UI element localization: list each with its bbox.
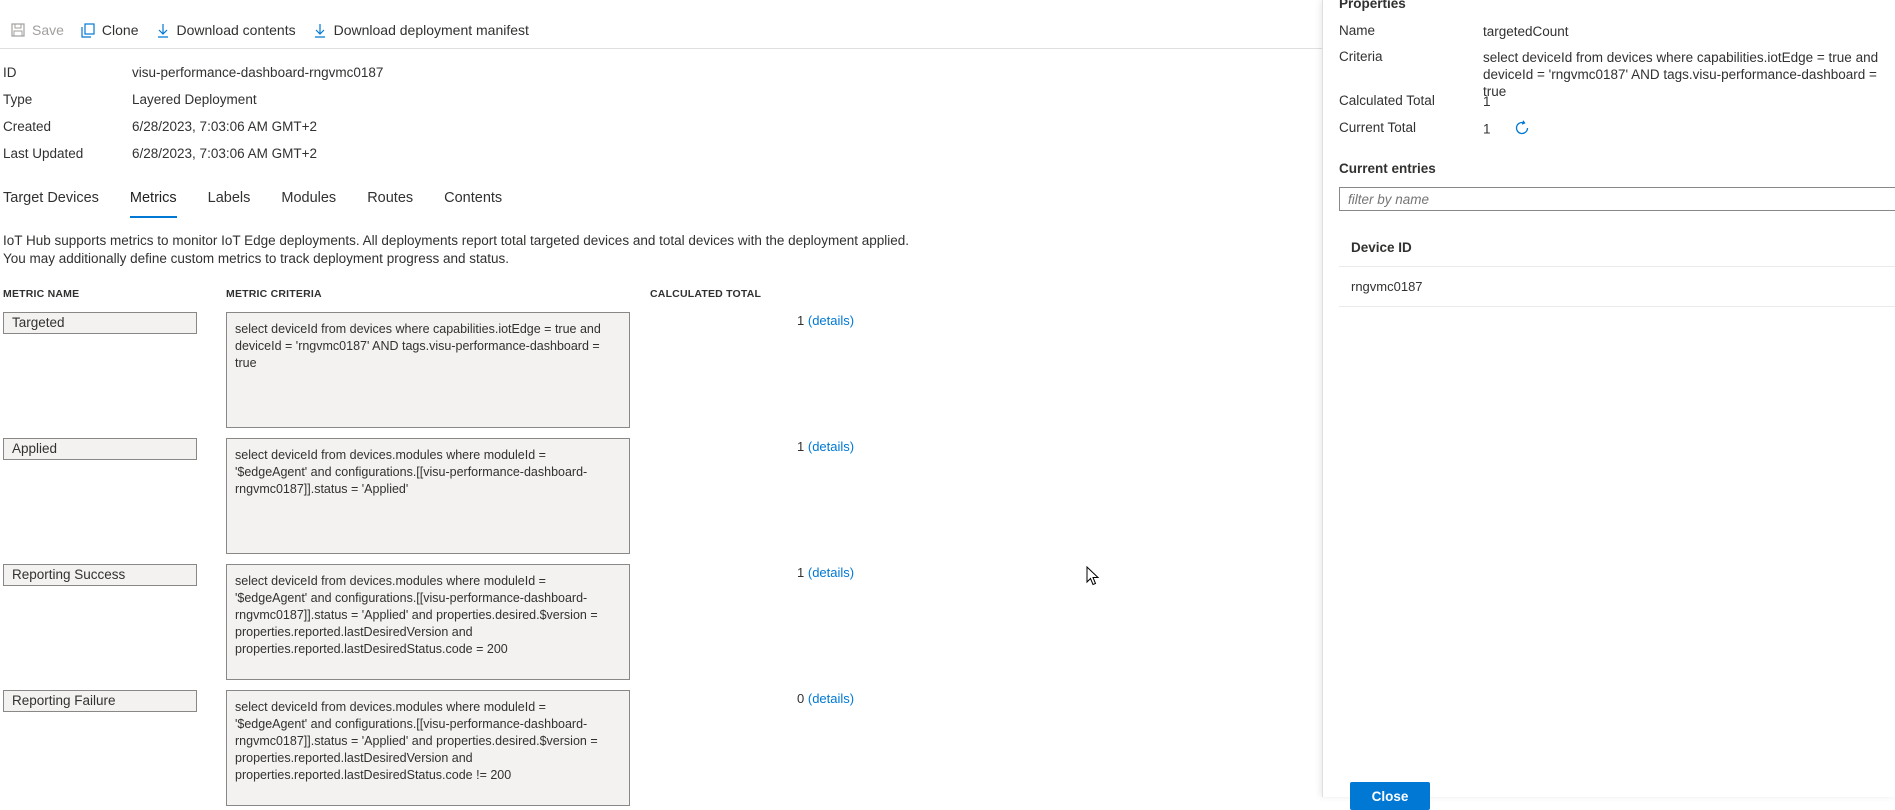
filter-by-name-input[interactable] xyxy=(1339,187,1895,211)
type-key: Type xyxy=(3,92,33,107)
download-icon xyxy=(155,22,171,38)
details-link[interactable]: (details) xyxy=(808,439,854,454)
created-value: 6/28/2023, 7:03:06 AM GMT+2 xyxy=(132,119,317,134)
clone-button[interactable]: Clone xyxy=(80,22,139,38)
metric-total-value: 1 xyxy=(797,313,805,328)
device-list-row[interactable]: rngvmc0187 xyxy=(1339,268,1895,307)
metric-name-field[interactable]: Targeted xyxy=(3,312,197,334)
metric-total-value: 0 xyxy=(797,691,805,706)
download-manifest-button[interactable]: Download deployment manifest xyxy=(312,22,529,38)
name-property-key: Name xyxy=(1339,23,1376,38)
save-label: Save xyxy=(32,22,64,38)
download-icon xyxy=(312,22,328,38)
type-row: Type Layered Deployment xyxy=(3,86,383,113)
close-button[interactable]: Close xyxy=(1350,782,1430,810)
device-id-column-header: Device ID xyxy=(1351,240,1412,255)
metric-criteria-field[interactable]: select deviceId from devices.modules whe… xyxy=(226,564,630,680)
calculated-total-row: Calculated Total 1 xyxy=(1339,93,1895,110)
device-list-header: Device ID xyxy=(1339,230,1895,267)
metric-total: 1 (details) xyxy=(797,565,854,580)
details-link[interactable]: (details) xyxy=(808,691,854,706)
tab-routes[interactable]: Routes xyxy=(367,190,413,218)
name-property-value: targetedCount xyxy=(1483,24,1569,39)
tab-modules[interactable]: Modules xyxy=(281,190,336,218)
deployment-details: ID visu-performance-dashboard-rngvmc0187… xyxy=(3,59,383,167)
calculated-total-value: 1 xyxy=(1483,94,1491,109)
metric-name-field[interactable]: Applied xyxy=(3,438,197,460)
metric-total: 1 (details) xyxy=(797,313,854,328)
tab-metrics[interactable]: Metrics xyxy=(129,190,177,218)
id-value: visu-performance-dashboard-rngvmc0187 xyxy=(132,65,384,80)
tab-labels[interactable]: Labels xyxy=(208,190,251,218)
mouse-cursor-icon xyxy=(1086,565,1100,589)
id-row: ID visu-performance-dashboard-rngvmc0187 xyxy=(3,59,383,86)
created-row: Created 6/28/2023, 7:03:06 AM GMT+2 xyxy=(3,113,383,140)
properties-panel: Properties Name targetedCount Criteria s… xyxy=(1322,0,1895,810)
metric-name-field[interactable]: Reporting Success xyxy=(3,564,197,586)
description-line-1: IoT Hub supports metrics to monitor IoT … xyxy=(3,233,909,248)
download-manifest-label: Download deployment manifest xyxy=(333,22,529,38)
tab-target-devices[interactable]: Target Devices xyxy=(3,190,99,218)
name-property-row: Name targetedCount xyxy=(1339,23,1895,40)
panel-title: Properties xyxy=(1339,0,1406,11)
command-bar: Save Clone Download contents Download de… xyxy=(10,18,529,42)
type-value: Layered Deployment xyxy=(132,92,257,107)
current-total-key: Current Total xyxy=(1339,120,1417,135)
download-contents-label: Download contents xyxy=(176,22,296,38)
current-total-row: Current Total 1 xyxy=(1339,120,1895,140)
download-contents-button[interactable]: Download contents xyxy=(155,22,296,38)
metric-total-value: 1 xyxy=(797,439,805,454)
save-icon xyxy=(10,22,26,38)
tab-bar: Target Devices Metrics Labels Modules Ro… xyxy=(3,190,533,218)
tab-contents[interactable]: Contents xyxy=(444,190,502,218)
current-total-cell: 1 xyxy=(1483,120,1895,140)
last-updated-value: 6/28/2023, 7:03:06 AM GMT+2 xyxy=(132,146,317,161)
refresh-icon[interactable] xyxy=(1514,120,1530,140)
current-total-value: 1 xyxy=(1483,121,1491,137)
details-link[interactable]: (details) xyxy=(808,565,854,580)
metric-criteria-field[interactable]: select deviceId from devices where capab… xyxy=(226,312,630,428)
clone-icon xyxy=(80,22,96,38)
last-updated-row: Last Updated 6/28/2023, 7:03:06 AM GMT+2 xyxy=(3,140,383,167)
col-header-metric-name: METRIC NAME xyxy=(3,288,80,300)
details-link[interactable]: (details) xyxy=(808,313,854,328)
current-entries-title: Current entries xyxy=(1339,161,1436,176)
metric-name-field[interactable]: Reporting Failure xyxy=(3,690,197,712)
clone-label: Clone xyxy=(101,22,139,38)
col-header-calculated-total: CALCULATED TOTAL xyxy=(650,288,762,300)
description-line-2: You may additionally define custom metri… xyxy=(3,251,510,266)
col-header-metric-criteria: METRIC CRITERIA xyxy=(226,288,322,300)
id-key: ID xyxy=(3,65,17,80)
metric-criteria-field[interactable]: select deviceId from devices.modules whe… xyxy=(226,690,630,806)
metric-criteria-field[interactable]: select deviceId from devices.modules whe… xyxy=(226,438,630,554)
calculated-total-key: Calculated Total xyxy=(1339,93,1435,108)
last-updated-key: Last Updated xyxy=(3,146,84,161)
metrics-description: IoT Hub supports metrics to monitor IoT … xyxy=(3,232,1003,268)
toolbar-divider xyxy=(0,48,1322,49)
save-button[interactable]: Save xyxy=(10,22,64,38)
created-key: Created xyxy=(3,119,52,134)
metric-total-value: 1 xyxy=(797,565,805,580)
metric-total: 1 (details) xyxy=(797,439,854,454)
metric-total: 0 (details) xyxy=(797,691,854,706)
device-id-cell: rngvmc0187 xyxy=(1351,279,1423,294)
